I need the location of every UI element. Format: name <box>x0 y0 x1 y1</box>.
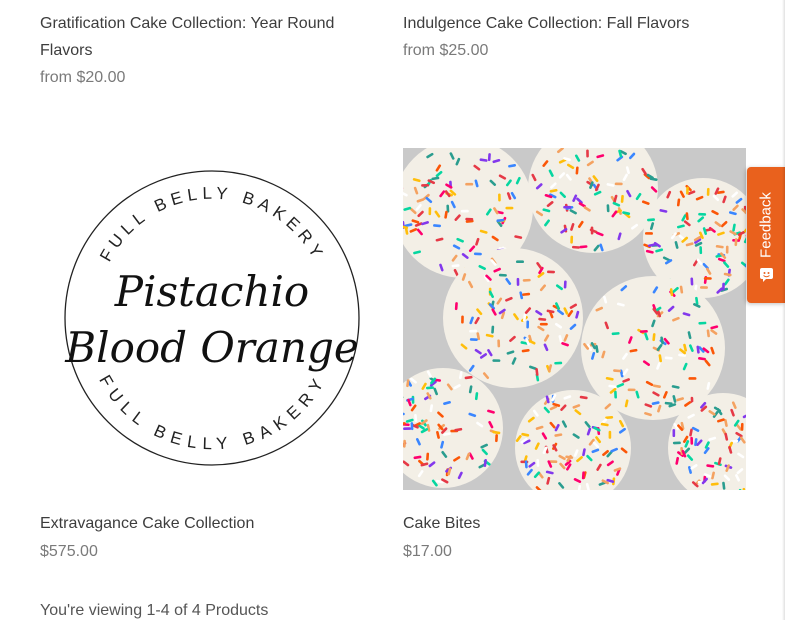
bakery-label-graphic: FULL BELLY BAKERY FULL BELLY BAKERY Pist… <box>64 170 360 466</box>
collection-page: Gratification Cake Collection: Year Roun… <box>0 0 785 620</box>
feedback-label: Feedback <box>757 192 775 258</box>
product-title[interactable]: Indulgence Cake Collection: Fall Flavors <box>403 10 746 37</box>
product-title[interactable]: Extravagance Cake Collection <box>40 510 383 537</box>
product-price: $575.00 <box>40 543 98 560</box>
svg-text:Blood Orange: Blood Orange <box>64 323 358 372</box>
product-image-pistachio-blood-orange[interactable]: FULL BELLY BAKERY FULL BELLY BAKERY Pist… <box>40 148 383 490</box>
product-card[interactable]: Cake Bites $17.00 <box>403 510 746 565</box>
product-card[interactable]: Indulgence Cake Collection: Fall Flavors… <box>403 10 746 64</box>
product-title[interactable]: Cake Bites <box>403 510 746 537</box>
pagination-summary: You're viewing 1-4 of 4 Products <box>40 602 269 619</box>
product-price: from $20.00 <box>40 69 126 86</box>
product-card[interactable]: Gratification Cake Collection: Year Roun… <box>40 10 383 91</box>
sprinkles-photo-icon <box>403 148 746 490</box>
svg-text:Pistachio: Pistachio <box>114 267 309 316</box>
product-image-cake-bites[interactable] <box>403 148 746 490</box>
feedback-icon <box>760 268 773 282</box>
product-price: $17.00 <box>403 543 452 560</box>
product-price: from $25.00 <box>403 42 489 59</box>
svg-text:FULL BELLY BAKERY: FULL BELLY BAKERY <box>95 372 329 454</box>
product-card[interactable]: Extravagance Cake Collection $575.00 <box>40 510 383 565</box>
product-title[interactable]: Gratification Cake Collection: Year Roun… <box>40 10 383 64</box>
feedback-button[interactable]: Feedback <box>747 167 785 303</box>
